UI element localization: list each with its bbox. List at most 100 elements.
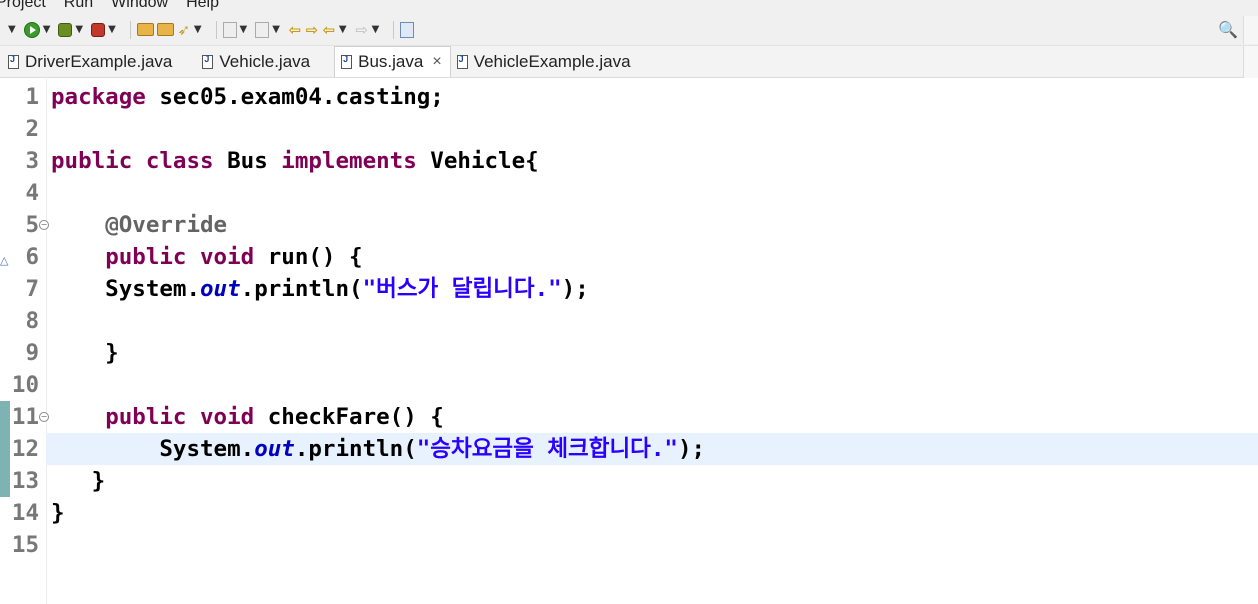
- fold-toggle-icon[interactable]: −: [39, 412, 49, 422]
- code-token: }: [51, 340, 119, 366]
- line-number-cell: 11−: [0, 401, 49, 433]
- code-token: class: [145, 148, 214, 174]
- code-line[interactable]: 7 System.out.println("버스가 달립니다.");: [0, 273, 1258, 305]
- code-line[interactable]: 4: [0, 177, 1258, 209]
- code-line[interactable]: 3 public class Bus implements Vehicle{: [0, 145, 1258, 177]
- line-number: 11: [11, 404, 39, 430]
- code-line[interactable]: 2: [0, 113, 1258, 145]
- line-number-cell: 13: [0, 465, 46, 497]
- code-token: void: [200, 244, 255, 270]
- line-number-cell: 4: [0, 177, 46, 209]
- line-number: 9: [25, 340, 39, 366]
- prev-annotation-dropdown-icon[interactable]: ▼: [272, 24, 280, 35]
- tab-vehicle-example[interactable]: VehicleExample.java: [451, 46, 639, 77]
- code-token: Bus: [213, 148, 282, 174]
- code-line[interactable]: 5− @Override: [0, 209, 1258, 241]
- code-text: public void checkFare() {: [51, 401, 444, 433]
- change-marker: [0, 465, 10, 497]
- line-number-cell: 15: [0, 529, 46, 561]
- code-token: sec05.exam04.casting;: [145, 84, 444, 110]
- code-line[interactable]: △ 6 public void run() {: [0, 241, 1258, 273]
- tab-label: VehicleExample.java: [473, 51, 631, 71]
- menu-window[interactable]: Window: [111, 0, 168, 12]
- close-icon[interactable]: ×: [432, 53, 441, 71]
- new-dropdown-icon[interactable]: ▼: [8, 24, 16, 35]
- line-number: 13: [11, 468, 39, 494]
- code-text: }: [51, 465, 106, 497]
- line-number: 12: [11, 436, 39, 462]
- menu-help[interactable]: Help: [186, 0, 219, 12]
- code-text: }: [51, 337, 119, 369]
- code-token: package: [51, 84, 146, 110]
- code-line[interactable]: 1 package sec05.exam04.casting;: [0, 81, 1258, 113]
- search-icon[interactable]: 🔍: [1218, 20, 1238, 39]
- code-line[interactable]: 13 }: [0, 465, 1258, 497]
- tab-vehicle[interactable]: Vehicle.java: [196, 46, 318, 77]
- code-line[interactable]: 15: [0, 529, 1258, 561]
- build-icon[interactable]: ➶: [177, 19, 191, 41]
- tab-bus[interactable]: Bus.java ×: [334, 46, 451, 77]
- code-token: System.: [51, 436, 255, 462]
- code-token: }: [51, 468, 106, 494]
- tab-label: DriverExample.java: [25, 51, 173, 71]
- code-token: .println(: [240, 276, 363, 302]
- forward-dropdown-icon[interactable]: ▼: [372, 24, 380, 35]
- code-text: public void run() {: [51, 241, 363, 273]
- last-edit-icon[interactable]: ⇦: [288, 19, 302, 41]
- code-text: @Override: [51, 209, 227, 241]
- open-perspective-icon[interactable]: [400, 19, 415, 41]
- debug-dropdown-icon[interactable]: ▼: [75, 24, 83, 35]
- code-line[interactable]: 8: [0, 305, 1258, 337]
- line-number-cell: △ 6: [0, 241, 46, 273]
- run-icon[interactable]: [23, 19, 40, 41]
- code-line[interactable]: 9 }: [0, 337, 1258, 369]
- tab-driver-example[interactable]: DriverExample.java: [2, 46, 180, 77]
- code-token: out: [254, 436, 295, 462]
- next-annotation-dropdown-icon[interactable]: ▼: [240, 24, 248, 35]
- line-number-cell: 8: [0, 305, 46, 337]
- next-edit-icon[interactable]: ⇨: [305, 19, 319, 41]
- run-dropdown-icon[interactable]: ▼: [43, 24, 51, 35]
- line-number: 3: [25, 148, 39, 174]
- code-line[interactable]: 14}: [0, 497, 1258, 529]
- build-dropdown-icon[interactable]: ▼: [194, 24, 202, 35]
- open-type-icon[interactable]: [136, 19, 154, 41]
- back-icon[interactable]: ⇦: [322, 19, 336, 41]
- line-number-cell: 5−: [0, 209, 49, 241]
- change-marker: [0, 433, 10, 465]
- line-number-cell: 14: [0, 497, 46, 529]
- code-token: out: [200, 276, 241, 302]
- menu-bar: Project Run Window Help: [0, 0, 1258, 14]
- code-line[interactable]: 10: [0, 369, 1258, 401]
- prev-annotation-icon[interactable]: [255, 19, 270, 41]
- code-text: System.out.println("버스가 달립니다.");: [51, 273, 589, 305]
- line-number: 2: [25, 116, 39, 142]
- fold-toggle-icon[interactable]: −: [39, 220, 49, 230]
- menu-run[interactable]: Run: [64, 0, 93, 12]
- code-line[interactable]: 12 System.out.println("승차요금을 체크합니다.");: [0, 433, 1258, 465]
- next-annotation-icon[interactable]: [222, 19, 237, 41]
- forward-icon[interactable]: ⇨: [355, 19, 369, 41]
- line-number-cell: 7: [0, 273, 46, 305]
- debug-icon[interactable]: [58, 19, 73, 41]
- code-text: public class Bus implements Vehicle{: [51, 145, 539, 177]
- line-number: 6: [25, 244, 39, 270]
- code-token: run() {: [254, 244, 363, 270]
- line-number: 15: [11, 532, 39, 558]
- toolbar-separator: [129, 20, 131, 39]
- code-token: System.: [51, 276, 201, 302]
- coverage-dropdown-icon[interactable]: ▼: [108, 24, 116, 35]
- line-number: 10: [11, 372, 39, 398]
- toolbar-right-edge: [1243, 16, 1258, 44]
- open-resource-icon[interactable]: [156, 19, 174, 41]
- code-line[interactable]: 11− public void checkFare() {: [0, 401, 1258, 433]
- code-token: "버스가 달립니다.": [362, 276, 562, 302]
- menu-project[interactable]: Project: [0, 0, 46, 12]
- back-dropdown-icon[interactable]: ▼: [339, 24, 347, 35]
- code-token: public: [105, 244, 187, 270]
- code-editor[interactable]: 1 package sec05.exam04.casting; 2 3 public c…: [0, 79, 1258, 604]
- coverage-icon[interactable]: [91, 19, 106, 41]
